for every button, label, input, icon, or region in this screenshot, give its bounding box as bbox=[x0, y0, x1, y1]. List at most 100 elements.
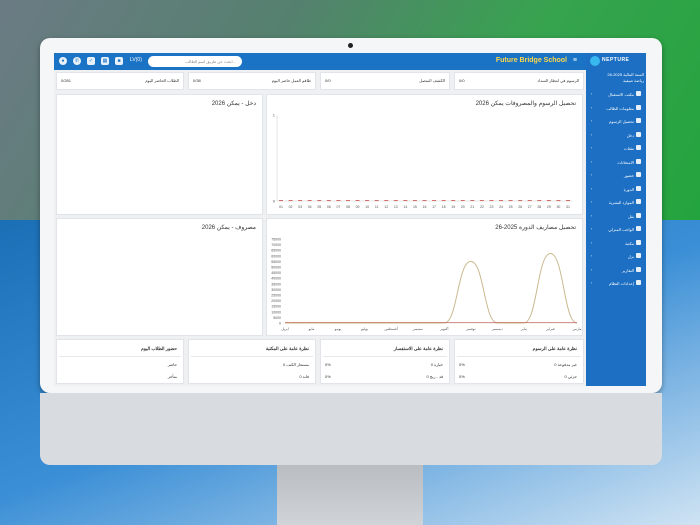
x-tick-label: 06 bbox=[327, 205, 331, 209]
sidebar-item-label: نفقات bbox=[623, 146, 634, 151]
menu-item-icon bbox=[636, 104, 641, 110]
x-tick-label: 27 bbox=[528, 205, 532, 209]
menu-item-icon bbox=[636, 145, 641, 150]
x-tick-label: أكتوبر bbox=[439, 325, 448, 331]
chevron-icon: ‹ bbox=[591, 226, 593, 231]
sidebar-item-label: نقل bbox=[627, 213, 634, 219]
menu-icon[interactable]: ≡ bbox=[573, 57, 577, 64]
profile-icon[interactable]: ● bbox=[59, 57, 67, 65]
sidebar-item[interactable]: مكتبة ‹ bbox=[588, 238, 644, 248]
whatsapp-icon[interactable]: ✆ bbox=[73, 57, 81, 65]
monitor-chin bbox=[40, 393, 662, 465]
sidebar-item[interactable]: نفقات ‹ bbox=[588, 143, 644, 153]
sidebar-item-label: حضور bbox=[624, 173, 634, 178]
x-tick-label: 14 bbox=[403, 205, 407, 209]
menu-item-icon bbox=[636, 239, 641, 245]
attendance-overview-panel: حضور الطلاب اليوم حاضر متأخر bbox=[56, 339, 184, 384]
y-tick-label: 65000 bbox=[271, 249, 281, 253]
calendar-icon[interactable]: ▦ bbox=[101, 57, 109, 65]
chart-title: مصروف - يمكن 2026 bbox=[201, 225, 256, 231]
sidebar-item[interactable]: الامتحانات ‹ bbox=[588, 157, 644, 167]
y-tick-label: 55000 bbox=[271, 260, 281, 264]
y-tick-label: 10000 bbox=[271, 310, 281, 314]
x-tick-label: نوفمبر bbox=[465, 327, 476, 331]
chevron-icon: ‹ bbox=[591, 212, 593, 218]
stat-value: 0/281 bbox=[61, 78, 72, 83]
x-tick-label: 18 bbox=[442, 205, 446, 209]
sidebar-item[interactable]: التقارير ‹ bbox=[588, 265, 644, 275]
stat-title: الكشف المتصل bbox=[419, 78, 445, 83]
x-tick-label: يوليو bbox=[360, 326, 368, 331]
sidebar-item-label: معلومات الطالب bbox=[606, 105, 634, 111]
row-label: 0 مستعار الكتب bbox=[282, 362, 309, 367]
sidebar-item-label: إعدادات النظام bbox=[609, 281, 634, 286]
chevron-icon: ‹ bbox=[591, 158, 593, 164]
x-tick-label: أغسطس bbox=[385, 325, 398, 331]
x-tick-label: مارس bbox=[573, 326, 582, 331]
x-tick-label: 30 bbox=[556, 205, 560, 209]
menu-item-icon bbox=[636, 212, 641, 218]
y-tick-label: 75000 bbox=[271, 238, 281, 242]
sidebar-item[interactable]: الدورة ‹ bbox=[588, 184, 644, 194]
y-tick-label: 25000 bbox=[271, 294, 281, 298]
sidebar-item[interactable]: نقل ‹ bbox=[588, 211, 644, 221]
x-tick-label: 22 bbox=[480, 205, 484, 209]
x-tick-label: 24 bbox=[499, 205, 503, 209]
search-input[interactable]: ابحث عن طريق اسم الطالب... bbox=[148, 56, 242, 67]
x-tick-label: 09 bbox=[356, 205, 360, 209]
x-tick-label: 21 bbox=[470, 205, 474, 209]
task-icon[interactable]: ✓ bbox=[87, 57, 95, 65]
x-tick-label: 11 bbox=[375, 205, 379, 209]
chevron-icon: ‹ bbox=[591, 118, 593, 123]
sidebar-item[interactable]: تحصيل الرسوم ‹ bbox=[588, 116, 644, 126]
fiscal-year[interactable]: السنة المالية 2025-26 رياضة صيفية bbox=[588, 72, 644, 84]
sidebar-item-label: الامتحانات bbox=[617, 159, 634, 165]
x-tick-label: 05 bbox=[317, 205, 321, 209]
enquiry-overview-panel: نظرة عامة على الاستفسار 0 خيارة 0% 0 قد … bbox=[320, 339, 450, 384]
sidebar-item[interactable]: إعدادات النظام ‹ bbox=[588, 278, 644, 288]
x-tick-label: 13 bbox=[394, 205, 398, 209]
sidebar-item-label: مكتبة bbox=[625, 240, 634, 246]
stat-card-online-enquiry[interactable]: الكشف المتصل 0/0 bbox=[320, 72, 450, 90]
flag-icon[interactable]: ■ bbox=[115, 57, 123, 65]
menu-item-icon bbox=[636, 253, 641, 258]
stat-card-fees-pending[interactable]: الرسوم في انتظار السداد 0/0 bbox=[454, 72, 584, 90]
x-tick-label: ديسمبر bbox=[491, 327, 503, 331]
chevron-icon: ‹ bbox=[591, 91, 593, 96]
sidebar-item[interactable]: الموارد البشرية ‹ bbox=[588, 197, 644, 207]
sidebar-item[interactable]: حضور ‹ bbox=[588, 170, 644, 180]
chevron-icon: ‹ bbox=[591, 239, 593, 245]
y-tick-label: 20000 bbox=[271, 299, 281, 303]
school-name: Future Bridge School bbox=[495, 57, 567, 64]
menu-item-icon bbox=[636, 172, 641, 177]
chevron-icon: ‹ bbox=[591, 172, 593, 177]
sidebar-item[interactable]: مكتب الاستقبال ‹ bbox=[588, 89, 644, 99]
menu-item-icon bbox=[636, 266, 641, 272]
screen: Future Bridge School ≡ ابحث عن طريق اسم … bbox=[54, 53, 646, 386]
row-label: متأخر bbox=[167, 374, 177, 379]
x-tick-label: 28 bbox=[537, 205, 541, 209]
x-tick-label: 23 bbox=[490, 205, 494, 209]
stat-value: 0/38 bbox=[193, 78, 201, 83]
row-percent: 0% bbox=[325, 374, 331, 379]
sidebar-item-label: تحصيل الرسوم bbox=[609, 119, 634, 124]
divider bbox=[191, 356, 313, 357]
sidebar-item[interactable]: دخل ‹ bbox=[588, 130, 644, 140]
income-chart-panel: دخل - يمكن 2026 bbox=[56, 94, 263, 215]
stat-card-students-present[interactable]: الطلاب الحاضر اليوم 0/281 bbox=[56, 72, 184, 90]
sidebar-item[interactable]: نزل ‹ bbox=[588, 251, 644, 261]
menu-item-icon bbox=[636, 118, 641, 123]
language-selector[interactable]: LV(0) bbox=[130, 57, 142, 63]
y-tick-label: 60000 bbox=[271, 254, 281, 258]
row-percent: 0% bbox=[459, 362, 465, 367]
sidebar-item-label: دخل bbox=[626, 132, 634, 138]
sidebar-item-label: الدورة bbox=[623, 186, 634, 192]
sidebar-item[interactable]: معلومات الطالب ‹ bbox=[588, 103, 644, 113]
brand-name: NEPTURE bbox=[602, 57, 630, 63]
panel-title: نظرة عامة على الرسوم bbox=[532, 346, 577, 351]
x-tick-label: 07 bbox=[336, 205, 340, 209]
menu-item-icon bbox=[636, 131, 641, 137]
x-tick-label: 20 bbox=[461, 205, 465, 209]
stat-card-staff-present[interactable]: طاقم العمل حاضر اليوم 0/38 bbox=[188, 72, 316, 90]
sidebar-item[interactable]: الواجب المنزلي ‹ bbox=[588, 224, 644, 234]
